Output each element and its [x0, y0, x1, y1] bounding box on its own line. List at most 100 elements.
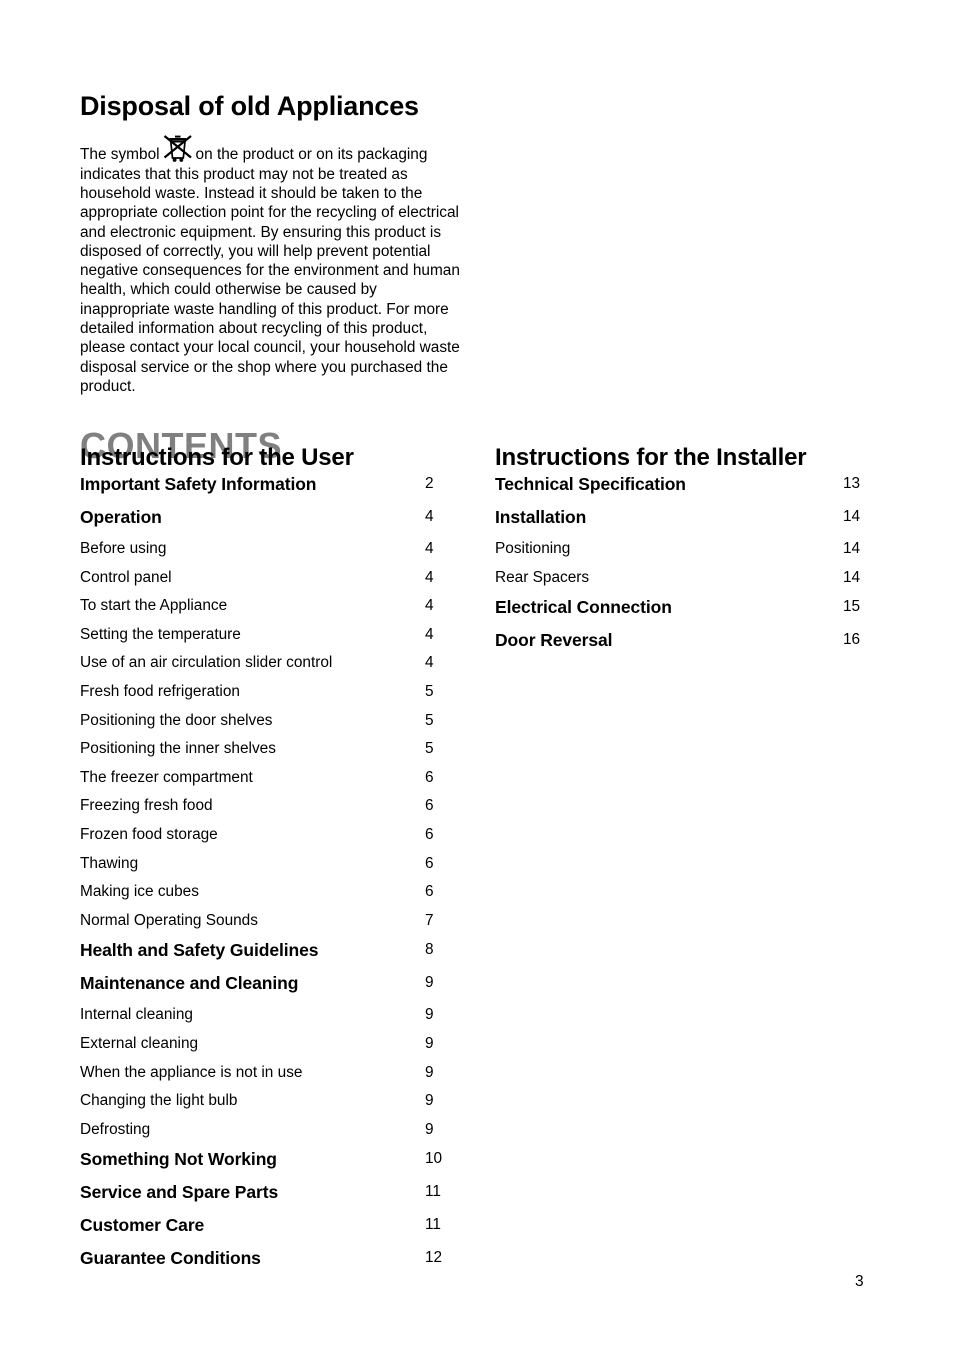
toc-entry[interactable]: Freezing fresh food 6 [80, 795, 445, 824]
toc-entry[interactable]: Setting the temperature 4 [80, 624, 445, 653]
toc-entry-label: When the appliance is not in use [80, 1063, 303, 1081]
toc-entry-label: Door Reversal [495, 630, 613, 651]
toc-entry-page: 5 [425, 682, 434, 700]
toc-entry[interactable]: Installation 14 [495, 505, 865, 538]
toc-entry[interactable]: Defrosting 9 [80, 1119, 445, 1148]
toc-entry[interactable]: The freezer compartment 6 [80, 767, 445, 796]
toc-entry-page: 6 [425, 854, 434, 872]
toc-entry-label: Internal cleaning [80, 1006, 193, 1024]
toc-entry-page: 10 [425, 1150, 443, 1168]
toc-entry-page: 4 [425, 540, 434, 557]
toc-entry-label: Rear Spacers [495, 568, 590, 586]
toc-entry-label: Before using [80, 540, 167, 557]
toc-entry-page: 4 [425, 597, 434, 615]
document-page: Disposal of old Appliances The symbol on… [0, 0, 954, 1351]
toc-entry-page: 6 [425, 797, 434, 815]
contents-column-installer: Instructions for the Installer Technical… [495, 443, 865, 661]
toc-entry-page: 2 [425, 475, 434, 492]
toc-entry[interactable]: Control panel 4 [80, 567, 445, 596]
toc-entry[interactable]: Customer Care 11 [80, 1213, 445, 1246]
toc-entry-label: Maintenance and Cleaning [80, 973, 299, 994]
toc-entry-label: Use of an air circulation slider control [80, 654, 333, 672]
toc-entry-page: 4 [425, 508, 434, 525]
toc-entry-label: Thawing [80, 854, 139, 872]
toc-entry[interactable]: Use of an air circulation slider control… [80, 652, 445, 681]
toc-entry-label: Frozen food storage [80, 825, 218, 843]
toc-entry-label: Control panel [80, 568, 172, 586]
toc-entry-page: 11 [425, 1216, 441, 1234]
toc-entry[interactable]: Thawing 6 [80, 853, 445, 882]
toc-entry-page: 9 [425, 974, 434, 992]
toc-entry-label: Technical Specification [495, 474, 686, 494]
toc-entry[interactable]: Making ice cubes 6 [80, 881, 445, 910]
toc-entry-page: 14 [843, 508, 861, 525]
toc-entry[interactable]: External cleaning 9 [80, 1033, 445, 1062]
toc-entry-label: Fresh food refrigeration [80, 682, 240, 700]
toc-entry-label: Defrosting [80, 1120, 151, 1138]
toc-entry-page: 9 [425, 1120, 434, 1138]
toc-entry[interactable]: Positioning the inner shelves 5 [80, 738, 445, 767]
disposal-heading: Disposal of old Appliances [80, 91, 419, 122]
toc-entry-label: To start the Appliance [80, 597, 228, 615]
toc-entry-label: Important Safety Information [80, 474, 317, 494]
toc-entry[interactable]: Positioning 14 [495, 538, 865, 567]
toc-entry[interactable]: Positioning the door shelves 5 [80, 710, 445, 739]
toc-entry-page: 4 [425, 654, 434, 672]
toc-entry[interactable]: Service and Spare Parts 11 [80, 1180, 445, 1213]
toc-entry[interactable]: Changing the light bulb 9 [80, 1090, 445, 1119]
toc-entry-page: 8 [425, 941, 434, 959]
toc-entry-page: 16 [843, 631, 861, 649]
toc-entry[interactable]: Important Safety Information 2 [80, 472, 445, 505]
toc-entry[interactable]: Operation 4 [80, 505, 445, 538]
toc-entry-page: 12 [425, 1249, 443, 1267]
toc-entry-page: 9 [425, 1034, 434, 1052]
toc-entry[interactable]: Normal Operating Sounds 7 [80, 910, 445, 939]
toc-entry-page: 9 [425, 1092, 434, 1110]
toc-entry[interactable]: When the appliance is not in use 9 [80, 1062, 445, 1091]
toc-entry-label: Guarantee Conditions [80, 1248, 261, 1269]
toc-entry[interactable]: Electrical Connection 15 [495, 595, 865, 628]
toc-entry[interactable]: Rear Spacers 14 [495, 567, 865, 596]
toc-entry-label: Positioning [495, 540, 571, 557]
toc-entry[interactable]: Internal cleaning 9 [80, 1004, 445, 1033]
toc-entry-label: Installation [495, 507, 587, 527]
toc-entry-page: 4 [425, 625, 434, 643]
contents-column-user: Instructions for the User Important Safe… [80, 443, 445, 1279]
toc-entry[interactable]: Health and Safety Guidelines 8 [80, 938, 445, 971]
toc-entry-page: 6 [425, 883, 434, 901]
toc-entry[interactable]: Something Not Working 10 [80, 1147, 445, 1180]
toc-entry-label: Setting the temperature [80, 625, 241, 643]
toc-list-user: Important Safety Information 2 Operation 4 B… [80, 472, 445, 1279]
toc-entry-label: Changing the light bulb [80, 1092, 238, 1110]
toc-entry-page: 4 [425, 568, 434, 586]
toc-entry-label: Something Not Working [80, 1149, 277, 1170]
user-section-heading: Instructions for the User [80, 444, 354, 471]
toc-entry[interactable]: Maintenance and Cleaning 9 [80, 971, 445, 1004]
disposal-text-after-symbol: on the product or on its packaging indic… [80, 146, 460, 395]
toc-entry-label: Customer Care [80, 1215, 205, 1236]
toc-entry-page: 9 [425, 1006, 434, 1024]
toc-entry[interactable]: Guarantee Conditions 12 [80, 1246, 445, 1279]
toc-entry-label: The freezer compartment [80, 768, 253, 786]
toc-entry-label: Service and Spare Parts [80, 1182, 279, 1203]
toc-entry-label: Positioning the door shelves [80, 711, 273, 729]
toc-entry[interactable]: To start the Appliance 4 [80, 595, 445, 624]
toc-entry-page: 13 [843, 475, 861, 492]
toc-entry-page: 6 [425, 768, 434, 786]
toc-entry-page: 14 [843, 540, 861, 557]
toc-entry-label: Positioning the inner shelves [80, 740, 276, 758]
toc-entry[interactable]: Before using 4 [80, 538, 445, 567]
toc-entry-label: Electrical Connection [495, 597, 672, 618]
toc-entry-label: External cleaning [80, 1034, 199, 1052]
toc-entry[interactable]: Technical Specification 13 [495, 472, 865, 505]
toc-entry[interactable]: Door Reversal 16 [495, 628, 865, 661]
toc-entry-page: 14 [843, 568, 861, 586]
toc-entry[interactable]: Fresh food refrigeration 5 [80, 681, 445, 710]
disposal-paragraph: The symbol on the product or on its pack… [80, 135, 462, 396]
toc-entry-label: Freezing fresh food [80, 797, 213, 815]
toc-entry-label: Health and Safety Guidelines [80, 940, 319, 961]
toc-entry-page: 7 [425, 911, 434, 929]
toc-entry-label: Normal Operating Sounds [80, 911, 258, 929]
disposal-text-before-symbol: The symbol [80, 146, 160, 164]
toc-entry[interactable]: Frozen food storage 6 [80, 824, 445, 853]
